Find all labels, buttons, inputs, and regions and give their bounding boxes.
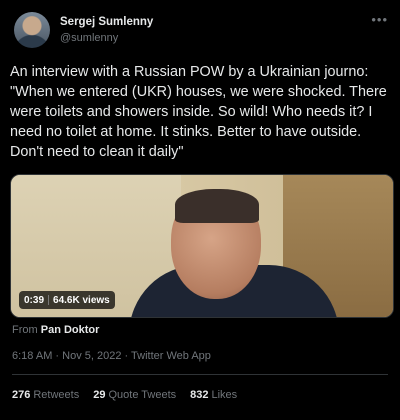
from-source-link[interactable]: Pan Doktor <box>41 324 100 336</box>
display-name[interactable]: Sergej Sumlenny <box>60 14 153 30</box>
video-duration: 0:39 <box>24 294 45 306</box>
likes-count: 832 <box>190 389 209 401</box>
from-prefix: From <box>12 324 38 336</box>
quote-tweets-stat[interactable]: 29 Quote Tweets <box>93 389 176 401</box>
video-views: 64.6K views <box>53 294 110 306</box>
tweet-text: An interview with a Russian POW by a Ukr… <box>10 64 387 160</box>
avatar[interactable] <box>14 12 50 48</box>
video-source: From Pan Doktor <box>12 324 388 336</box>
video-player[interactable]: 0:39 64.6K views <box>10 174 394 318</box>
tweet-header: Sergej Sumlenny @sumlenny <box>12 10 388 50</box>
quote-count: 29 <box>93 389 106 401</box>
retweets-stat[interactable]: 276 Retweets <box>12 389 79 401</box>
more-horizontal-icon[interactable]: ••• <box>371 12 388 27</box>
video-badge: 0:39 64.6K views <box>19 291 115 309</box>
retweets-count: 276 <box>12 389 31 401</box>
likes-label: Likes <box>211 389 238 401</box>
tweet: Sergej Sumlenny @sumlenny ••• An intervi… <box>0 0 400 420</box>
handle[interactable]: @sumlenny <box>60 30 153 46</box>
quote-label: Quote Tweets <box>108 389 177 401</box>
video-frame-person-hair <box>175 189 259 223</box>
author-names[interactable]: Sergej Sumlenny @sumlenny <box>60 14 153 46</box>
likes-stat[interactable]: 832 Likes <box>190 389 237 401</box>
retweets-label: Retweets <box>33 389 80 401</box>
tweet-stats: 276 Retweets 29 Quote Tweets 832 Likes <box>12 375 388 415</box>
tweet-timestamp[interactable]: 6:18 AM · Nov 5, 2022 · Twitter Web App <box>12 350 388 362</box>
badge-divider <box>48 295 50 305</box>
